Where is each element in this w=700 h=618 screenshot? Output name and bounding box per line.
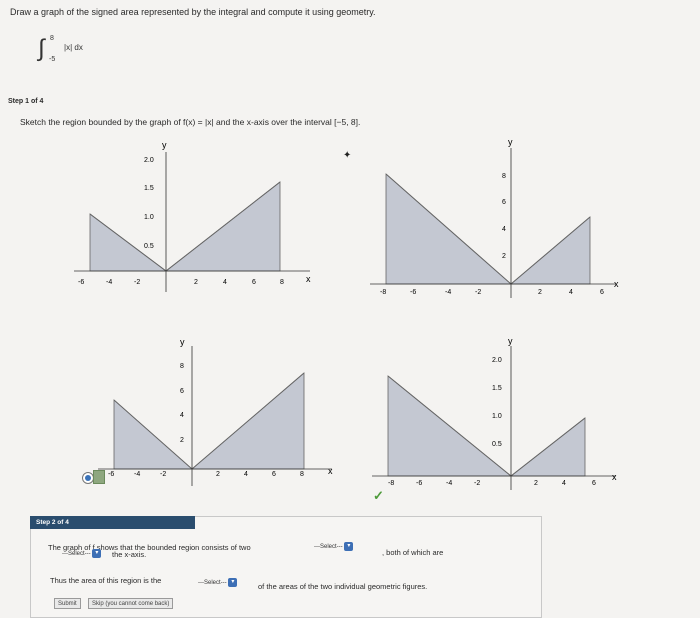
axis-label-x: x — [306, 274, 311, 284]
position-select[interactable]: ---Select--- ▾ — [62, 549, 102, 559]
axis-label-x: x — [614, 279, 619, 289]
tick-x: -4 — [106, 279, 112, 286]
tick-x: 6 — [252, 279, 256, 286]
graph-option-c[interactable]: y x -6 -4 -2 2 4 6 8 8 6 4 2 — [92, 334, 344, 494]
graph-option-d[interactable]: y x -8 -6 -4 -2 2 4 6 2.0 1.5 1.0 0.5 — [370, 334, 628, 494]
tick-x: 2 — [216, 471, 220, 478]
tick-x: -2 — [475, 289, 481, 296]
select-value: ---Select--- — [198, 580, 227, 587]
check-icon: ✓ — [373, 488, 384, 503]
tick-x: -6 — [78, 279, 84, 286]
tick-y: 4 — [502, 226, 506, 233]
select-value: ---Select--- — [62, 551, 91, 558]
tick-y: 2 — [180, 437, 184, 444]
integral-expression: ∫ 8 -5 |x| dx — [36, 35, 83, 63]
tick-y: 6 — [502, 199, 506, 206]
tick-x: 2 — [194, 279, 198, 286]
submit-button[interactable]: Submit — [54, 598, 81, 609]
tick-x: -6 — [416, 480, 422, 487]
tick-x: 4 — [223, 279, 227, 286]
axis-label-x: x — [328, 466, 333, 476]
tick-y: 2.0 — [144, 157, 154, 164]
step2-line2-end: the x-axis. — [112, 550, 147, 559]
region-fill — [89, 181, 281, 272]
step2-line3: Thus the area of this region is the — [50, 576, 162, 585]
tick-x: -6 — [410, 289, 416, 296]
select-value: ---Select--- — [314, 544, 343, 551]
tick-x: 8 — [280, 279, 284, 286]
tick-y: 1.0 — [144, 214, 154, 221]
tick-y: 2.0 — [492, 357, 502, 364]
cursor-icon: ✦ — [343, 150, 352, 161]
axis-label-y: y — [508, 336, 513, 346]
tick-y: 2 — [502, 253, 506, 260]
tick-x: -4 — [134, 471, 140, 478]
chevron-down-icon: ▾ — [92, 549, 102, 558]
tick-x: -2 — [160, 471, 166, 478]
tick-x: -2 — [474, 480, 480, 487]
chevron-down-icon: ▾ — [228, 578, 238, 587]
tick-x: 2 — [538, 289, 542, 296]
integrand: |x| dx — [64, 43, 83, 52]
tick-y: 1.0 — [492, 413, 502, 420]
tick-x: -2 — [134, 279, 140, 286]
tick-y: 6 — [180, 388, 184, 395]
chevron-down-icon: ▾ — [344, 542, 354, 551]
tick-x: -8 — [380, 289, 386, 296]
axis-label-y: y — [508, 137, 513, 147]
integral-upper-limit: 8 — [50, 35, 54, 42]
tick-x: 6 — [592, 480, 596, 487]
step2-heading: Step 2 of 4 — [30, 516, 195, 529]
tick-x: 4 — [244, 471, 248, 478]
integral-lower-limit: -5 — [49, 56, 55, 63]
tick-x: -6 — [108, 471, 114, 478]
tick-x: 4 — [562, 480, 566, 487]
integral-sign-icon: ∫ — [36, 35, 46, 62]
tick-x: -4 — [446, 480, 452, 487]
step1-heading: Step 1 of 4 — [8, 98, 44, 105]
tick-y: 8 — [180, 363, 184, 370]
question-title: Draw a graph of the signed area represen… — [10, 7, 376, 17]
tick-y: 0.5 — [492, 441, 502, 448]
step1-instruction: Sketch the region bounded by the graph o… — [20, 117, 361, 127]
tick-x: 8 — [300, 471, 304, 478]
region-fill — [385, 173, 591, 285]
tick-x: 6 — [600, 289, 604, 296]
tick-x: -8 — [388, 480, 394, 487]
tick-y: 4 — [180, 412, 184, 419]
tick-x: 2 — [534, 480, 538, 487]
operation-select[interactable]: ---Select--- ▾ — [198, 578, 238, 588]
step2-line1-end: , both of which are — [382, 548, 444, 557]
tick-x: 6 — [272, 471, 276, 478]
tick-y: 1.5 — [144, 185, 154, 192]
tick-y: 1.5 — [492, 385, 502, 392]
axis-label-y: y — [162, 140, 167, 150]
skip-button[interactable]: Skip (you cannot come back) — [88, 598, 174, 609]
tick-x: -4 — [445, 289, 451, 296]
tick-y: 0.5 — [144, 243, 154, 250]
step2-line3-end: of the areas of the two individual geome… — [258, 582, 428, 591]
axis-label-x: x — [612, 472, 617, 482]
tick-y: 8 — [502, 173, 506, 180]
axis-label-y: y — [180, 337, 185, 347]
region-count-select[interactable]: ---Select--- ▾ — [314, 542, 354, 552]
graph-option-b[interactable]: y x -8 -6 -4 -2 2 4 6 8 6 4 2 — [368, 132, 628, 304]
answer-status-icon — [93, 470, 105, 484]
region-fill — [387, 375, 586, 477]
tick-x: 4 — [569, 289, 573, 296]
graph-option-a[interactable]: y x -6 -4 -2 2 4 6 8 2.0 1.5 1.0 0.5 — [72, 132, 322, 304]
